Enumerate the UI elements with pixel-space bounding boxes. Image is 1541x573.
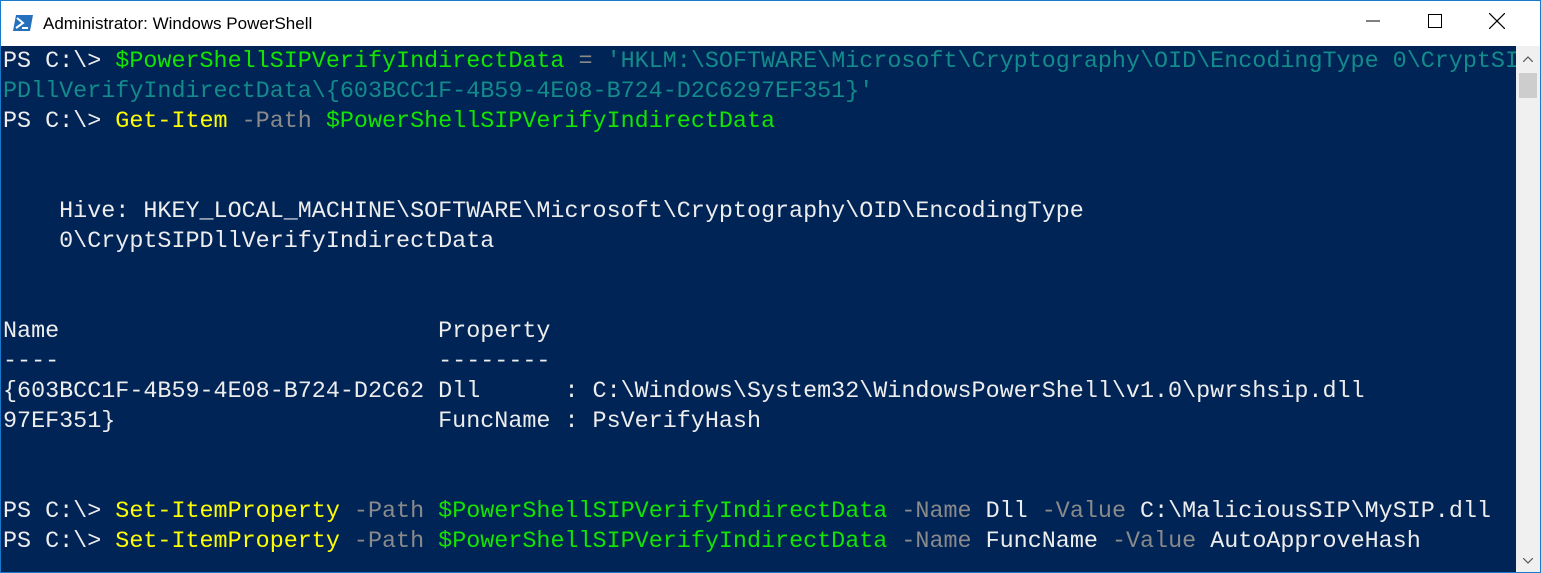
console-token-param: -Name [887, 499, 986, 525]
console-token-def: {603BCC1F-4B59-4E08-B724-D2C62 Dll : C:\… [3, 379, 1365, 405]
console-line: Name Property [3, 317, 550, 347]
console-line: {603BCC1F-4B59-4E08-B724-D2C62 Dll : C:\… [3, 377, 1365, 407]
console-token-param: -Path [339, 529, 439, 555]
console-token-cmd: Set-ItemProperty [115, 529, 340, 555]
console-token-str: 'HKLM:\SOFTWARE\Microsoft\Cryptography\O… [606, 49, 1516, 75]
console-token-cmd: Set-ItemProperty [115, 499, 340, 525]
console-line: Hive: HKEY_LOCAL_MACHINE\SOFTWARE\Micros… [3, 197, 1084, 227]
console-token-var: $PowerShellSIPVerifyIndirectData [438, 499, 888, 525]
console-token-var: $PowerShellSIPVerifyIndirectData [115, 49, 565, 75]
console-token-def: FuncName [985, 529, 1098, 555]
console-line: 0\CryptSIPDllVerifyIndirectData [3, 227, 494, 257]
console-token-param: = [564, 49, 607, 75]
scroll-up-icon [1522, 49, 1534, 67]
scroll-up-button[interactable] [1516, 46, 1540, 70]
scroll-down-icon [1522, 551, 1534, 569]
console-token-def: Dll [985, 499, 1028, 525]
scroll-down-button[interactable] [1516, 548, 1540, 572]
console-token-def: PS C:\> [3, 499, 116, 525]
console-token-param: -Name [887, 529, 986, 555]
scroll-thumb[interactable] [1519, 73, 1537, 98]
close-button[interactable] [1474, 1, 1520, 46]
minimize-icon [1366, 14, 1380, 33]
close-icon [1488, 12, 1506, 34]
console-token-def: PS C:\> [3, 49, 116, 75]
console-line: 97EF351} FuncName : PsVerifyHash [3, 407, 761, 437]
console-line: PS C:\> Get-Item -Path $PowerShellSIPVer… [3, 107, 775, 137]
console-token-def: 97EF351} FuncName : PsVerifyHash [3, 409, 761, 435]
title-bar[interactable]: Administrator: Windows PowerShell [1, 1, 1540, 46]
minimize-button[interactable] [1350, 1, 1396, 46]
window-title: Administrator: Windows PowerShell [43, 14, 313, 33]
console-token-def: Hive: HKEY_LOCAL_MACHINE\SOFTWARE\Micros… [3, 199, 1084, 225]
console-token-def: 0\CryptSIPDllVerifyIndirectData [3, 229, 495, 255]
console-token-str: PDllVerifyIndirectData\{603BCC1F-4B59-4E… [3, 79, 874, 105]
maximize-icon [1428, 14, 1442, 33]
console-token-var: $PowerShellSIPVerifyIndirectData [325, 109, 776, 135]
console-line: PS C:\> Set-ItemProperty -Path $PowerShe… [3, 497, 1491, 527]
console-line: PS C:\> Set-ItemProperty -Path $PowerShe… [3, 527, 1421, 557]
vertical-scrollbar[interactable] [1516, 46, 1540, 572]
console-token-param: -Path [339, 499, 439, 525]
console-line: PS C:\> $PowerShellSIPVerifyIndirectData… [3, 47, 1516, 77]
console-token-param: -Path [227, 109, 326, 135]
console-token-def: C:\MaliciousSIP\MySIP.dll [1140, 499, 1491, 525]
console-output[interactable]: PS C:\> $PowerShellSIPVerifyIndirectData… [1, 46, 1516, 572]
console-token-def: ---- -------- [3, 349, 551, 375]
console-token-var: $PowerShellSIPVerifyIndirectData [438, 529, 888, 555]
console-token-param: -Value [1097, 529, 1211, 555]
console-line: PDllVerifyIndirectData\{603BCC1F-4B59-4E… [3, 77, 873, 107]
console-token-def: PS C:\> [3, 109, 116, 135]
powershell-icon[interactable] [13, 13, 33, 33]
console-line: ---- -------- [3, 347, 550, 377]
console-token-cmd: Get-Item [115, 109, 228, 135]
console-token-param: -Value [1027, 499, 1141, 525]
console-token-def: PS C:\> [3, 529, 116, 555]
console-token-def: Name Property [3, 319, 551, 345]
console-token-def: AutoApproveHash [1210, 529, 1421, 555]
maximize-button[interactable] [1412, 1, 1458, 46]
powershell-window: Administrator: Windows PowerShell PS C:\… [0, 0, 1541, 573]
